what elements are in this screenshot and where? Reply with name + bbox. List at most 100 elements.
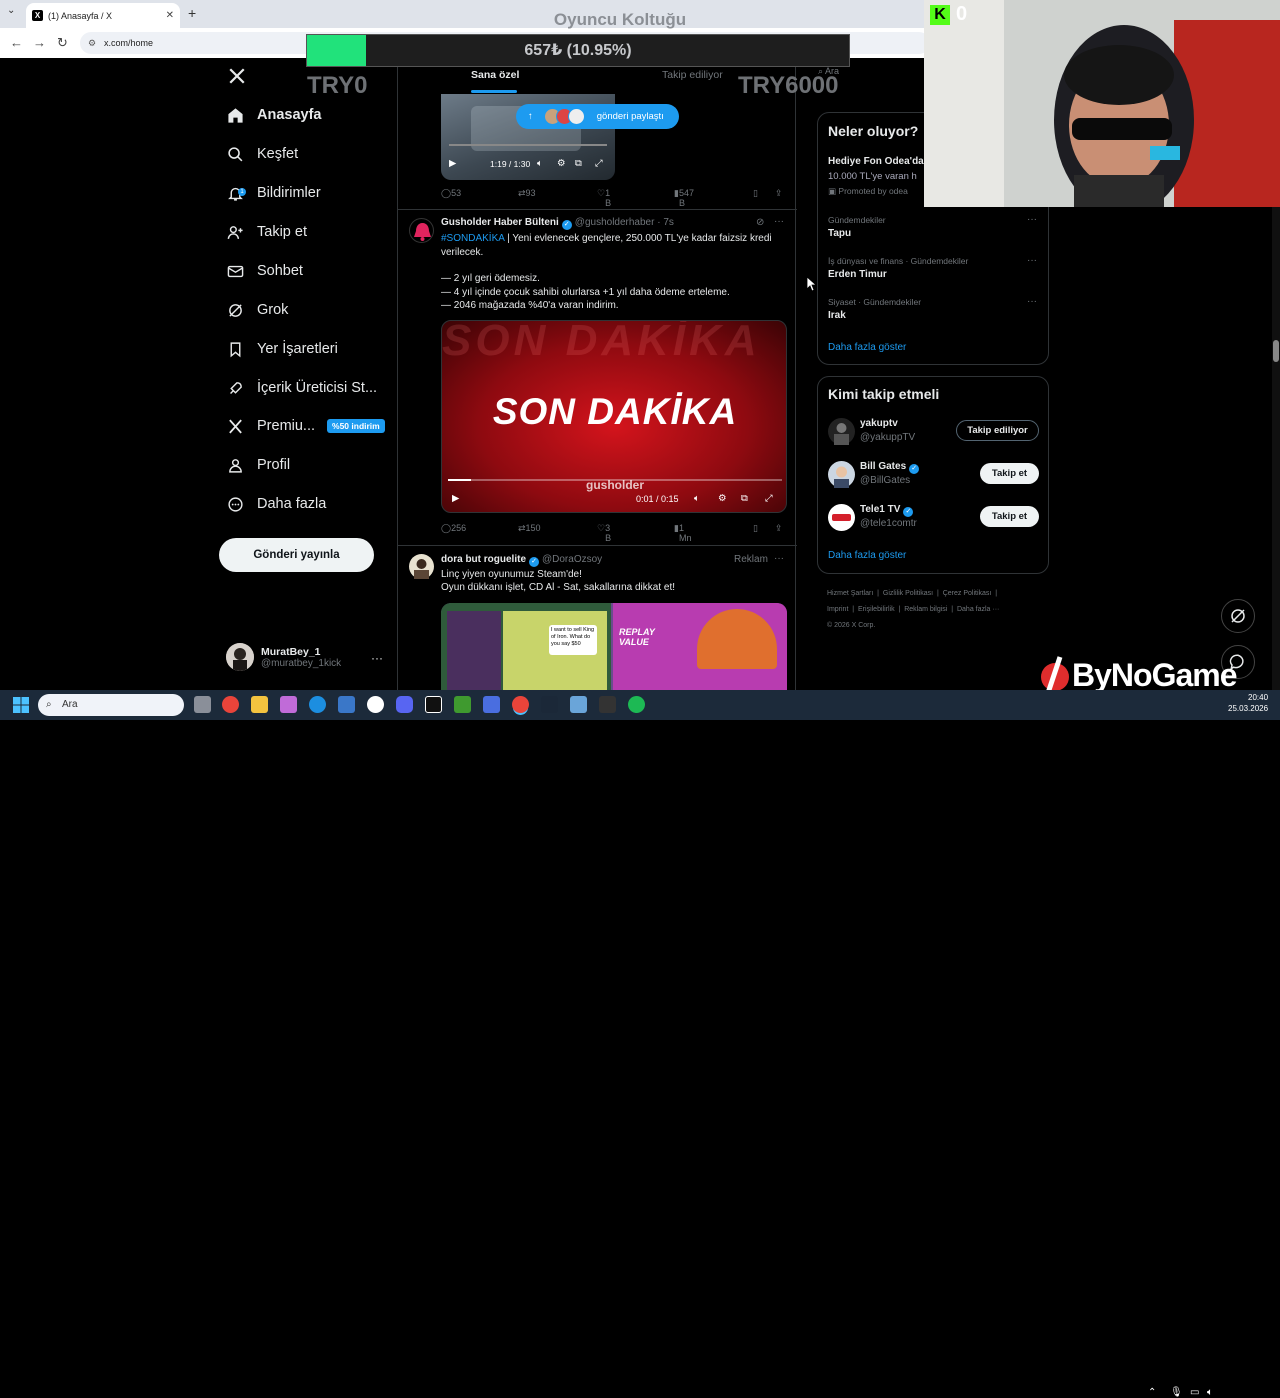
nav-bookmarks[interactable]: Yer İşaretleri [226,334,338,364]
bookmark-icon[interactable]: ▯ [753,523,758,534]
file-explorer-icon[interactable] [251,696,268,713]
post2-reply[interactable]: ◯ 256 [441,523,466,534]
trend-2-more-icon[interactable]: ··· [1027,255,1037,266]
account-more-icon[interactable]: ··· [371,651,383,665]
suggestion-3-name[interactable]: Tele1 TV ✓ [860,504,916,517]
obs-icon[interactable] [367,696,384,713]
post2-time[interactable]: · 7s [657,217,674,228]
fullscreen-icon[interactable]: ⤢ [765,493,773,504]
trend-3-name[interactable]: Irak [828,310,846,321]
promo-title[interactable]: Hediye Fon Odea'da [828,156,924,167]
share-icon[interactable]: ⇪ [775,188,783,199]
grok-explain-icon[interactable]: ⊘ [756,217,764,228]
footer-terms[interactable]: Hizmet Şartları [827,590,873,597]
back-arrow-icon[interactable]: ← [10,35,23,50]
nav-home[interactable]: Anasayfa [226,100,321,130]
post3-image[interactable]: I want to sell King of Iron. What do you… [441,603,787,690]
account-switcher[interactable]: MuratBey_1 @muratbey_1kick [226,643,341,671]
suggestion-2-follow-button[interactable]: Takip et [980,463,1039,484]
app-2-icon[interactable] [570,696,587,713]
nav-grok[interactable]: Grok [226,295,288,325]
suggestion-1-avatar[interactable] [828,418,855,445]
volume-icon[interactable]: 🔈︎ [537,158,543,169]
post3-author-handle[interactable]: @DoraOzsoy [542,554,602,565]
spotify-icon[interactable] [628,696,645,713]
reload-icon[interactable]: ↻ [57,35,68,51]
settings-gear-icon[interactable]: ⚙ [557,158,566,169]
post2-hashtag[interactable]: #SONDAKİKA [441,233,504,244]
taskbar-clock[interactable]: 20:40 25.03.2026 [1228,692,1268,714]
chrome-icon[interactable] [222,696,239,713]
chrome-active-icon[interactable] [512,696,529,713]
task-view-icon[interactable] [194,696,211,713]
who-to-follow-show-more[interactable]: Daha fazla göster [828,550,906,561]
speaker-icon[interactable]: 🔈︎ [1207,1387,1213,1398]
post2-author-name[interactable]: Gusholder Haber Bülteni [441,217,559,228]
trend-1-name[interactable]: Tapu [828,228,851,239]
trend-2-name[interactable]: Erden Timur [828,269,887,280]
forward-arrow-icon[interactable]: → [33,35,46,50]
play-icon[interactable]: ▶ [452,493,459,504]
tab-following[interactable]: Takip ediliyor [662,69,723,81]
footer-privacy[interactable]: Gizlilik Politikası [883,590,933,597]
taskbar-search[interactable]: ⌕ Ara [38,694,184,716]
footer-accessibility[interactable]: Erişilebilirlik [858,606,895,613]
post2-repost[interactable]: ⇄ 150 [518,523,541,534]
post2-views[interactable]: ▮ 1 Mn [674,523,691,543]
trend-3-more-icon[interactable]: ··· [1027,296,1037,307]
edge-icon[interactable] [309,696,326,713]
minecraft-icon[interactable] [454,696,471,713]
suggestion-1-following-button[interactable]: Takip ediliyor [956,420,1039,441]
trends-show-more[interactable]: Daha fazla göster [828,342,906,353]
copilot-icon[interactable] [280,696,297,713]
x-logo-icon[interactable] [228,67,246,85]
windows-start-icon[interactable] [13,697,29,713]
suggestion-3-avatar[interactable] [828,504,855,531]
post2-video[interactable]: SON DAKİKA SON DAKİKA gusholder ▶ 0:01 /… [441,320,787,513]
nav-explore[interactable]: Keşfet [226,139,298,169]
play-icon[interactable]: ▶ [449,158,456,169]
fullscreen-icon[interactable]: ⤢ [595,158,603,169]
bookmark-icon[interactable]: ▯ [753,188,758,199]
nav-profile[interactable]: Profil [226,450,290,480]
nav-chat[interactable]: Sohbet [226,256,303,286]
suggestion-2-avatar[interactable] [828,461,855,488]
nav-more[interactable]: Daha fazla [226,489,326,519]
footer-cookies[interactable]: Çerez Politikası [943,590,992,597]
post1-repost[interactable]: ⇄ 93 [518,188,536,199]
footer-more[interactable]: Daha fazla ··· [957,606,999,613]
post2-video-scrubber[interactable] [448,479,782,481]
discord-icon[interactable] [396,696,413,713]
grok-fab[interactable] [1221,599,1255,633]
tray-chevron-icon[interactable]: ⌃ [1148,1387,1156,1398]
close-tab-icon[interactable]: ✕ [166,10,174,21]
post1-like[interactable]: ♡ 1 B [597,188,611,208]
share-icon[interactable]: ⇪ [775,523,783,534]
settings-gear-icon[interactable]: ⚙ [718,493,727,504]
capcut-icon[interactable] [425,696,442,713]
new-tab-plus-icon[interactable]: + [188,5,196,21]
post2-avatar[interactable] [409,218,434,243]
tab-for-you[interactable]: Sana özel [471,69,519,81]
tab-search-chevron-icon[interactable]: ⌄ [7,5,15,16]
post2-like[interactable]: ♡ 3 B [597,523,611,543]
pip-icon[interactable]: ⧉ [741,493,748,504]
suggestion-1-handle[interactable]: @yakuppTV [860,432,915,443]
post2-author-handle[interactable]: @gusholderhaber [575,217,655,228]
store-icon[interactable] [338,696,355,713]
post2-more-icon[interactable]: ··· [774,216,784,227]
page-scrollbar-thumb[interactable] [1273,340,1279,362]
suggestion-2-handle[interactable]: @BillGates [860,475,910,486]
post3-avatar[interactable] [409,554,434,579]
nav-notifications[interactable]: 1 Bildirimler [226,178,321,208]
browser-tab[interactable]: X (1) Anasayfa / X ✕ [26,3,180,28]
pip-icon[interactable]: ⧉ [575,158,582,169]
suggestion-1-name[interactable]: yakuptv [860,418,898,429]
nav-follow[interactable]: Takip et [226,217,307,247]
post1-views[interactable]: ▮ 547 B [674,188,694,208]
new-posts-pill[interactable]: ↑ gönderi paylaştı [516,104,679,129]
post3-author-name[interactable]: dora but roguelite [441,554,526,565]
network-icon[interactable]: ▭ [1190,1387,1199,1398]
steam-icon[interactable] [541,696,558,713]
post1-video-scrubber[interactable] [449,144,607,146]
